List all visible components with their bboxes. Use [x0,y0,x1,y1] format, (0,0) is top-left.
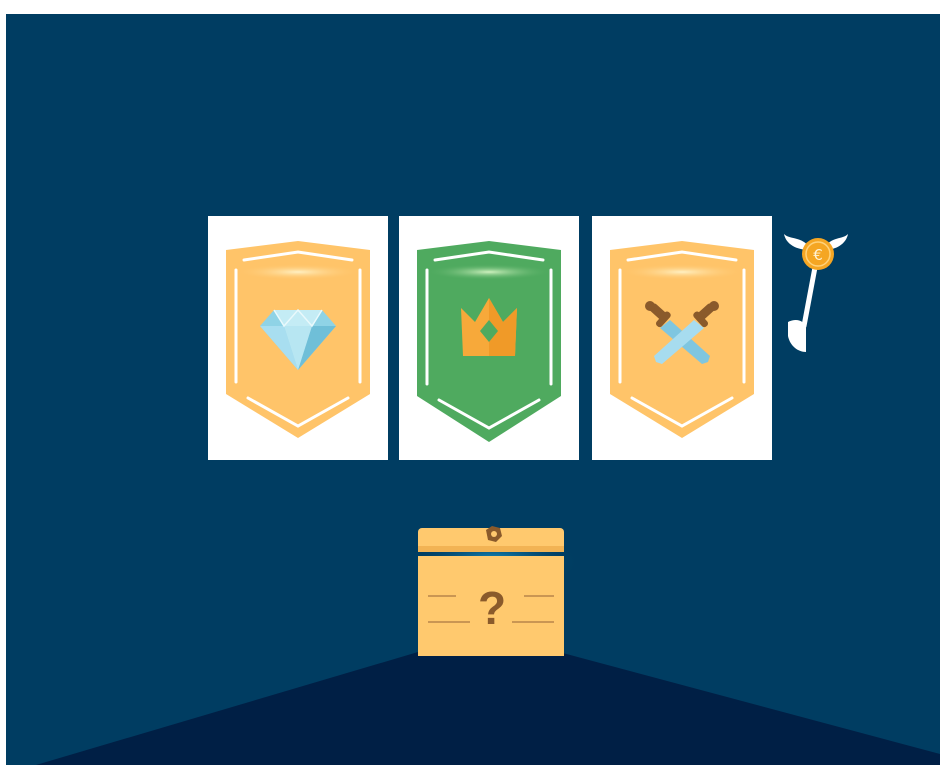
coin-icon: € [802,238,834,270]
coin-symbol: € [813,246,823,264]
gold-shield-icon [610,241,754,438]
game-scene: € ? [6,14,940,765]
slot-reel-2[interactable] [399,216,579,460]
slot-lever[interactable]: € [780,226,850,356]
green-shield-icon [417,241,561,442]
slot-reel-1[interactable] [208,216,388,460]
slot-reel-3[interactable] [592,216,772,460]
gold-shield-icon [226,241,370,438]
mystery-mark: ? [478,582,506,634]
treasure-chest[interactable]: ? [406,504,580,664]
